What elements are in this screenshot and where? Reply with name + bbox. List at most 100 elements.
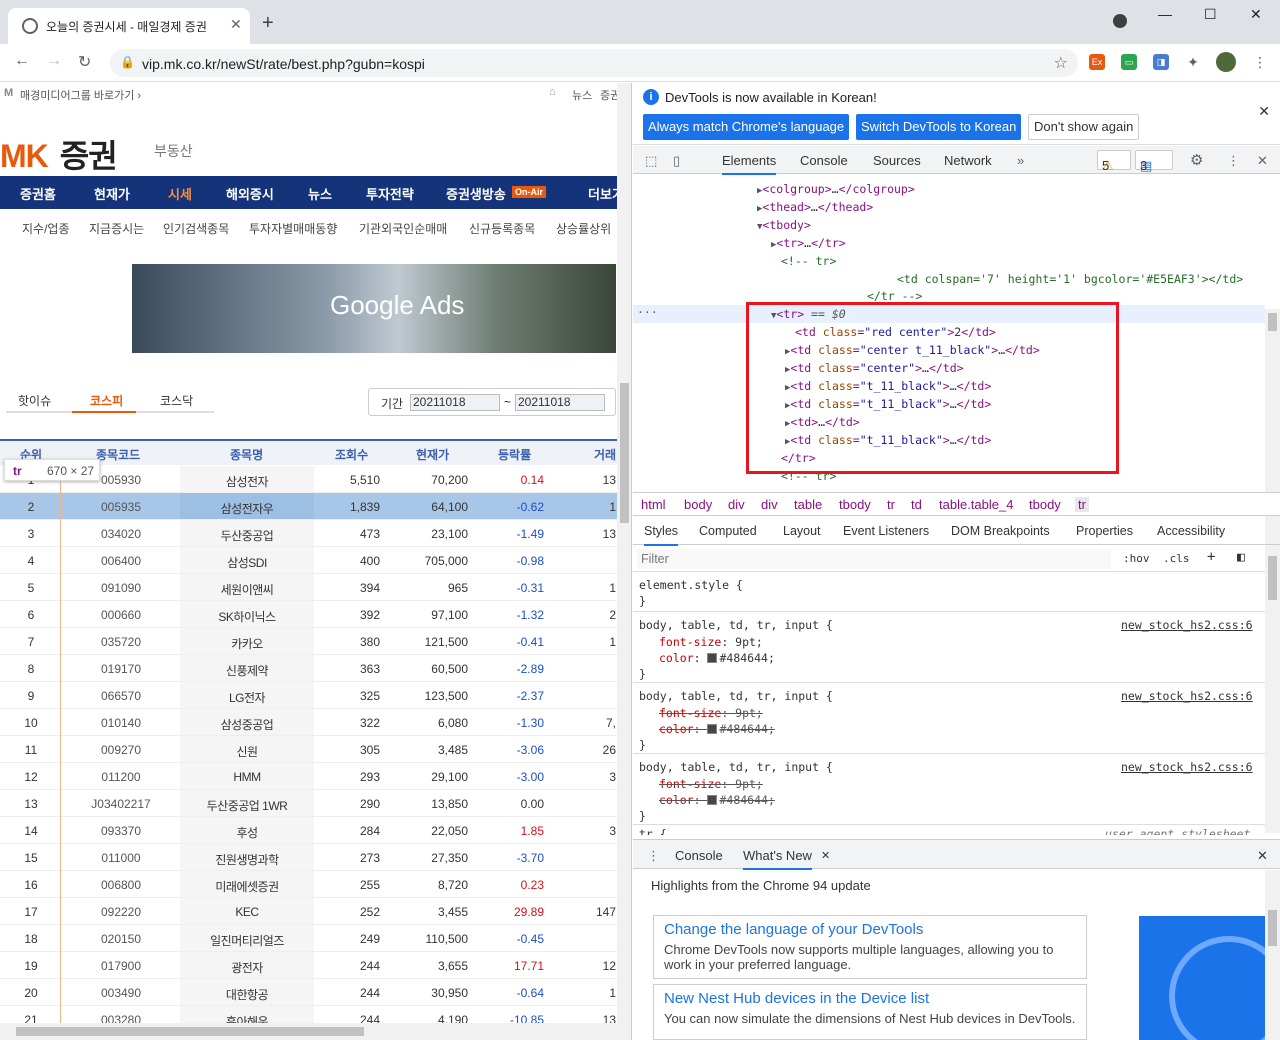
name-cell[interactable]: 카카오 [180, 635, 314, 652]
crumb[interactable]: tr [887, 497, 895, 512]
table-row[interactable]: 10 010140 삼성중공업 322 6,080 -1.30 7, [0, 709, 631, 736]
dom-comment[interactable]: </tr --> [867, 289, 922, 303]
customize-menu-icon[interactable]: ⋮ [1227, 153, 1240, 169]
extension-icon[interactable]: Ex [1089, 54, 1105, 70]
dont-show-again-button[interactable]: Don't show again [1028, 114, 1140, 140]
name-cell[interactable]: 진원생명과학 [180, 851, 314, 868]
subnav-item[interactable]: 상승률상위 [556, 220, 611, 237]
dom-comment[interactable]: <!-- tr> [781, 254, 836, 268]
new-tab-button[interactable]: + [262, 12, 274, 35]
dom-node[interactable]: ▶<tr>…</tr> [771, 236, 846, 250]
minimize-icon[interactable]: — [1158, 6, 1172, 22]
nav-item[interactable]: 증권생방송 [446, 184, 506, 203]
table-row[interactable]: 17 092220 KEC 252 3,455 29.89 147 [0, 898, 631, 925]
tab-network[interactable]: Network [944, 153, 992, 168]
date-to-input[interactable]: 20211018 [515, 394, 605, 411]
table-row[interactable]: 5 091090 세원이앤씨 394 965 -0.31 1 [0, 574, 631, 601]
table-row[interactable]: 3 034020 두산중공업 473 23,100 -1.49 13 [0, 520, 631, 547]
date-from-input[interactable]: 20211018 [410, 394, 500, 411]
tab-properties[interactable]: Properties [1076, 524, 1133, 538]
tab-elements[interactable]: Elements [722, 153, 777, 175]
crumb[interactable]: tbody [1029, 497, 1061, 512]
name-cell[interactable]: 삼성중공업 [180, 716, 314, 733]
table-row[interactable]: 11 009270 신원 305 3,485 -3.06 26 [0, 736, 631, 763]
scroll-thumb[interactable] [1268, 910, 1277, 946]
name-cell[interactable]: 대한항공 [180, 986, 314, 1003]
forward-icon[interactable]: → [46, 52, 62, 70]
tab-console[interactable]: Console [800, 153, 848, 168]
nav-item[interactable]: 해외증시 [226, 184, 274, 203]
card-title[interactable]: New Nest Hub devices in the Device list [664, 990, 929, 1007]
crumb-selected[interactable]: tr [1075, 497, 1089, 512]
messages-badge[interactable]: ▤ 3 [1135, 150, 1173, 173]
device-toolbar-icon[interactable]: ▯ [673, 153, 680, 169]
drawer-tab-whats-new[interactable]: What's New [743, 848, 812, 870]
rule-selector[interactable]: body, table, td, tr, input { [639, 618, 833, 632]
name-cell[interactable]: LG전자 [180, 689, 314, 706]
extension-icon[interactable]: ◨ [1153, 54, 1169, 70]
nav-item[interactable]: 뉴스 [308, 184, 332, 203]
color-swatch[interactable] [707, 795, 718, 805]
name-cell[interactable]: 일진머티리얼즈 [180, 932, 314, 949]
whats-new-card[interactable]: New Nest Hub devices in the Device list … [653, 984, 1087, 1040]
name-cell[interactable]: 두산중공업 1WR [180, 797, 314, 814]
tab-kospi[interactable]: 코스피 [90, 392, 123, 409]
subnav-item[interactable]: 신규등록종목 [469, 220, 535, 237]
dom-node[interactable]: ▶<thead>…</thead> [757, 200, 873, 214]
maximize-icon[interactable]: ☐ [1204, 6, 1217, 23]
page-vertical-scrollbar[interactable] [617, 83, 631, 1023]
inspect-element-icon[interactable]: ⬚ [645, 153, 657, 169]
name-cell[interactable]: KEC [180, 905, 314, 919]
table-row[interactable]: 14 093370 후성 284 22,050 1.85 3 [0, 817, 631, 844]
name-cell[interactable]: 두산중공업 [180, 527, 314, 544]
subnav-item[interactable]: 지수/업종 [22, 220, 70, 237]
styles-scrollbar[interactable] [1265, 546, 1280, 833]
dom-comment[interactable]: <td colspan='7' height='1' bgcolor='#E5E… [897, 272, 1243, 286]
subnav-item[interactable]: 기관외국인순매매 [359, 220, 447, 237]
nav-item[interactable]: 증권홈 [20, 184, 56, 203]
table-row[interactable]: 12 011200 HMM 293 29,100 -3.00 3 [0, 763, 631, 790]
add-rule-icon[interactable]: + [1207, 549, 1215, 565]
rule-source-link[interactable]: new_stock_hs2.css:6 [1121, 689, 1253, 703]
nav-item[interactable]: 투자전략 [366, 184, 414, 203]
more-tabs-icon[interactable]: » [1017, 153, 1024, 168]
name-cell[interactable]: 미래에셋증권 [180, 878, 314, 895]
window-close-icon[interactable]: ✕ [1250, 6, 1262, 23]
tab-event-listeners[interactable]: Event Listeners [843, 524, 929, 538]
name-cell[interactable]: HMM [180, 770, 314, 784]
rule-property-overridden[interactable]: color: #484644; [659, 722, 775, 736]
address-bar[interactable]: 🔒 vip.mk.co.kr/newSt/rate/best.php?gubn=… [110, 49, 1078, 77]
rule-property-overridden[interactable]: color: #484644; [659, 793, 775, 807]
switch-to-korean-button[interactable]: Switch DevTools to Korean [856, 114, 1022, 140]
scroll-thumb[interactable] [16, 1027, 364, 1036]
table-row[interactable]: 19 017900 광전자 244 3,655 17.71 12 [0, 952, 631, 979]
tab-layout[interactable]: Layout [783, 524, 821, 538]
dom-node[interactable]: ▶<colgroup>…</colgroup> [757, 182, 915, 196]
table-row[interactable]: 6 000660 SK하이닉스 392 97,100 -1.32 2 [0, 601, 631, 628]
name-cell[interactable]: 후성 [180, 824, 314, 841]
close-drawer-icon[interactable]: ✕ [1257, 848, 1268, 864]
crumb[interactable]: table.table_4 [939, 497, 1013, 512]
crumb[interactable]: tbody [839, 497, 871, 512]
name-cell[interactable]: SK하이닉스 [180, 608, 314, 625]
always-match-language-button[interactable]: Always match Chrome's language [643, 114, 850, 140]
crumb[interactable]: html [641, 497, 666, 512]
more-options-icon[interactable]: ··· [637, 305, 658, 319]
close-tab-icon[interactable]: ✕ [230, 16, 242, 33]
name-cell[interactable]: 삼성전자 [180, 473, 314, 490]
scroll-thumb[interactable] [1268, 313, 1277, 331]
whats-new-card[interactable]: Change the language of your DevTools Chr… [653, 915, 1087, 979]
tab-hot-issue[interactable]: 핫이슈 [18, 392, 51, 409]
table-row[interactable]: 13 J03402217 두산중공업 1WR 290 13,850 0.00 [0, 790, 631, 817]
subnav-item[interactable]: 인기검색종목 [163, 220, 229, 237]
avatar[interactable] [1216, 52, 1236, 72]
scroll-thumb[interactable] [1268, 556, 1277, 600]
card-title[interactable]: Change the language of your DevTools [664, 921, 923, 938]
chrome-menu-icon[interactable]: ⋮ [1252, 54, 1268, 70]
drawer-tab-console[interactable]: Console [675, 848, 723, 863]
tab-sources[interactable]: Sources [873, 153, 921, 168]
whats-new-scrollbar[interactable] [1265, 870, 1280, 1040]
crumb[interactable]: body [684, 497, 712, 512]
hov-toggle[interactable]: :hov [1123, 552, 1150, 565]
table-row[interactable]: 4 006400 삼성SDI 400 705,000 -0.98 [0, 547, 631, 574]
